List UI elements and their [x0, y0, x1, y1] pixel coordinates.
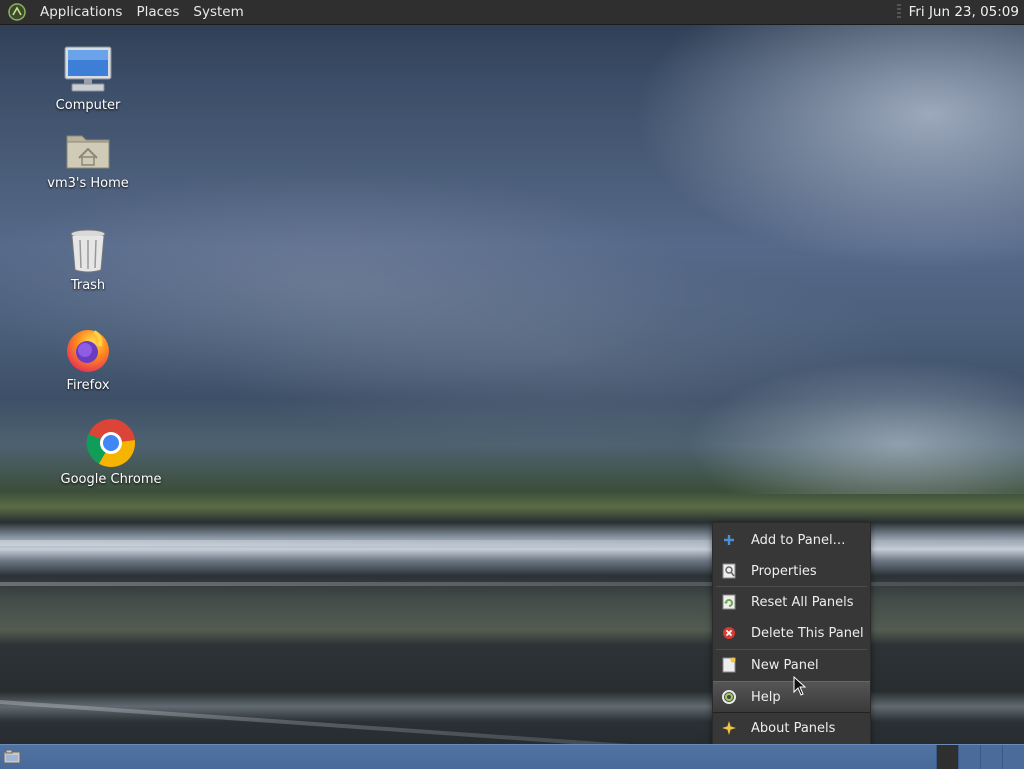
menu-item-label: About Panels: [751, 720, 836, 736]
workspace-4[interactable]: [1002, 745, 1024, 769]
menu-item-label: Reset All Panels: [751, 594, 854, 610]
firefox-icon: [67, 330, 109, 372]
menu-item-delete-this-panel[interactable]: Delete This Panel: [713, 618, 870, 648]
menu-item-new-panel[interactable]: New Panel: [713, 650, 870, 680]
top-panel: Applications Places System Fri Jun 23, 0…: [0, 0, 1024, 25]
show-desktop-button[interactable]: [2, 748, 22, 766]
menu-item-label: Delete This Panel: [751, 625, 864, 641]
menu-item-label: Add to Panel…: [751, 532, 846, 548]
desktop-icon-firefox[interactable]: Firefox: [33, 326, 143, 393]
computer-icon: [64, 46, 112, 92]
desktop-icon-label: Trash: [70, 278, 106, 293]
workspace-switcher: [936, 745, 1024, 769]
desktop-icon-label: Firefox: [66, 378, 110, 393]
workspace-2[interactable]: [958, 745, 980, 769]
clock[interactable]: Fri Jun 23, 05:09: [909, 4, 1019, 20]
desktop-icon-label: Computer: [55, 98, 121, 113]
desktop-icon-trash[interactable]: Trash: [33, 228, 143, 293]
help-icon: [721, 689, 737, 705]
main-menu-logo-icon[interactable]: [7, 2, 27, 22]
panel-handle[interactable]: [896, 4, 901, 20]
home-folder-icon: [66, 135, 110, 169]
panel-context-menu: Add to Panel… Properties Reset All Panel…: [712, 522, 871, 745]
desktop-icon-computer[interactable]: Computer: [33, 44, 143, 113]
reset-icon: [721, 594, 737, 610]
trash-icon: [70, 229, 106, 273]
desktop-icon-label: Google Chrome: [60, 472, 162, 487]
desktop-icon-chrome[interactable]: Google Chrome: [56, 418, 166, 487]
menu-item-help[interactable]: Help: [713, 681, 870, 713]
menu-item-reset-all-panels[interactable]: Reset All Panels: [713, 587, 870, 617]
workspace-3[interactable]: [980, 745, 1002, 769]
places-menu[interactable]: Places: [129, 4, 186, 20]
menu-item-label: New Panel: [751, 657, 819, 673]
properties-icon: [721, 563, 737, 579]
menu-item-label: Properties: [751, 563, 817, 579]
menu-item-label: Help: [751, 689, 781, 705]
bottom-panel: [0, 744, 1024, 769]
desktop-icon-home[interactable]: vm3's Home: [33, 128, 143, 191]
chrome-icon: [86, 419, 135, 468]
applications-menu[interactable]: Applications: [33, 4, 129, 20]
menu-item-add-to-panel[interactable]: Add to Panel…: [713, 525, 870, 555]
new-panel-icon: [721, 657, 737, 673]
menu-item-properties[interactable]: Properties: [713, 556, 870, 586]
about-icon: [721, 720, 737, 736]
delete-icon: [721, 625, 737, 641]
workspace-1[interactable]: [936, 745, 958, 769]
system-menu[interactable]: System: [186, 4, 250, 20]
menu-item-about-panels[interactable]: About Panels: [713, 713, 870, 743]
mouse-cursor-icon: [793, 676, 807, 696]
desktop-icon-label: vm3's Home: [47, 176, 129, 191]
add-icon: [721, 532, 737, 548]
